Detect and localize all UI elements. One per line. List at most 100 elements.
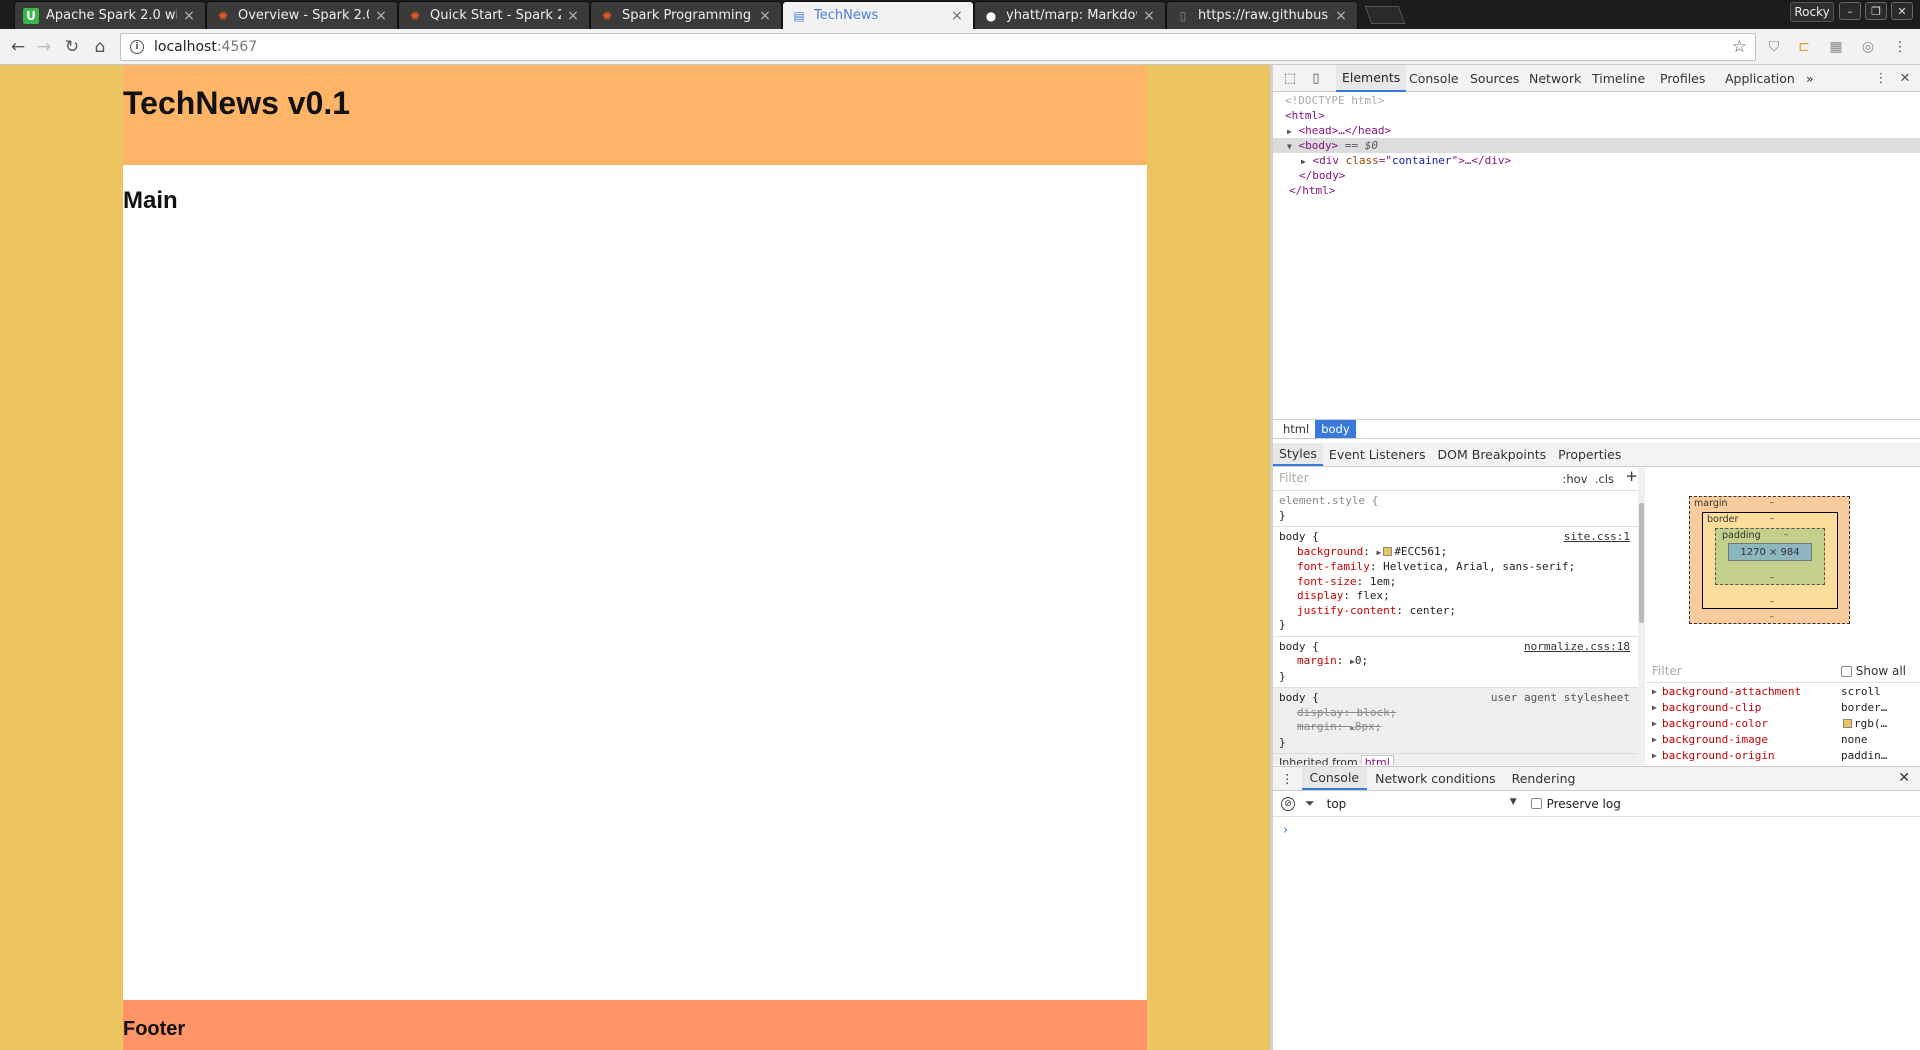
close-icon[interactable]: × <box>757 8 773 24</box>
hov-cls-toggle[interactable]: :hov .cls <box>1563 472 1615 487</box>
dom-node-html[interactable]: <html> <box>1273 108 1920 123</box>
inspect-element-icon[interactable]: ⬚ <box>1281 70 1299 87</box>
show-all-checkbox[interactable]: Show all <box>1840 664 1906 678</box>
computed-row[interactable]: ▶ background-image none <box>1646 731 1920 747</box>
close-icon[interactable]: × <box>181 8 197 24</box>
style-rule-element[interactable]: element.style { } <box>1273 491 1644 527</box>
tab-application[interactable]: Application <box>1719 65 1801 92</box>
collapse-triangle-icon[interactable]: ▼ <box>1287 142 1292 151</box>
drawer-tab-rendering[interactable]: Rendering <box>1504 768 1584 789</box>
inherited-from-label: Inherited from html <box>1273 754 1644 765</box>
color-swatch[interactable] <box>1383 547 1393 556</box>
info-icon[interactable]: i <box>130 40 144 54</box>
circle-extension-icon[interactable]: ◎ <box>1858 37 1878 57</box>
address-bar[interactable]: i localhost:4567 ☆ <box>120 33 1756 61</box>
source-link[interactable]: site.css:1 <box>1564 530 1630 545</box>
styles-scrollbar[interactable] <box>1638 467 1645 765</box>
close-icon[interactable]: × <box>949 8 965 24</box>
preserve-log-checkbox[interactable]: Preserve log <box>1530 797 1621 811</box>
clear-console-icon[interactable]: ⊘ <box>1281 796 1295 811</box>
source-link[interactable]: normalize.css:18 <box>1524 640 1630 655</box>
tab-event-listeners[interactable]: Event Listeners <box>1323 444 1432 465</box>
dom-node-div-container[interactable]: ▶ <div class="container">…</div> <box>1273 153 1920 168</box>
dom-node-html-close: </html> <box>1289 184 1336 197</box>
color-swatch[interactable] <box>1843 719 1852 728</box>
style-rule-normalize[interactable]: body { normalize.css:18 margin: ▶0; } <box>1273 637 1644 688</box>
drawer-close-icon[interactable]: ✕ <box>1898 770 1910 786</box>
computed-filter-input[interactable]: Filter Show all <box>1646 659 1920 683</box>
url-port: :4567 <box>216 39 258 55</box>
console-prompt[interactable]: › <box>1273 817 1920 844</box>
close-icon[interactable]: × <box>1333 8 1349 24</box>
breadcrumb: html body <box>1273 419 1920 439</box>
devtools-menu-icon[interactable]: ⋮ <box>1872 70 1890 87</box>
close-icon[interactable]: × <box>565 8 581 24</box>
grid-extension-icon[interactable]: ▦ <box>1826 37 1846 57</box>
expand-triangle-icon[interactable]: ▶ <box>1301 157 1306 166</box>
computed-row[interactable]: ▶ background-color rgb(… <box>1646 715 1920 731</box>
browser-tab[interactable]: ● yhatt/marp: Markdown × <box>974 1 1166 29</box>
tab-properties[interactable]: Properties <box>1552 444 1627 465</box>
add-rule-icon[interactable]: + <box>1625 469 1638 484</box>
ublock-extension-icon[interactable]: ⛉ <box>1764 37 1784 57</box>
browser-tab[interactable]: ✺ Spark Programming Gu × <box>590 1 782 29</box>
style-rule-user-agent: body { user agent stylesheet display: bl… <box>1273 688 1644 754</box>
computed-row[interactable]: ▶ background-attachment scroll <box>1646 683 1920 699</box>
dom-node-body[interactable]: ▼ <body> == $0 <box>1273 138 1920 153</box>
browser-tab[interactable]: ✺ Overview - Spark 2.0.2 D × <box>206 1 398 29</box>
tab-profiles[interactable]: Profiles <box>1654 65 1711 92</box>
box-model-padding[interactable]: padding – – 1270 × 984 <box>1715 528 1825 585</box>
site-footer: Footer <box>123 1000 1147 1050</box>
reload-icon[interactable]: ↻ <box>60 35 84 59</box>
drawer-tab-bar: ⋮ Console Network conditions Rendering ✕ <box>1273 767 1920 791</box>
devtools-close-icon[interactable]: ✕ <box>1896 70 1914 87</box>
browser-tab-active[interactable]: ▤ TechNews × <box>782 1 974 29</box>
box-model-margin[interactable]: margin – – border – – padding – – 1270 ×… <box>1689 496 1850 624</box>
new-tab-button[interactable] <box>1364 6 1406 24</box>
home-icon[interactable]: ⌂ <box>88 35 112 59</box>
browser-tab[interactable]: ▯ https://raw.githubuserc × <box>1166 1 1358 29</box>
spark-favicon-icon: ✺ <box>409 8 421 23</box>
more-tabs-icon[interactable]: » <box>1800 65 1820 92</box>
browser-tab[interactable]: ✺ Quick Start - Spark 2.0.2 × <box>398 1 590 29</box>
expand-triangle-icon[interactable]: ▶ <box>1287 127 1292 136</box>
drawer-menu-icon[interactable]: ⋮ <box>1273 768 1302 789</box>
minimize-icon[interactable]: – <box>1839 2 1861 20</box>
profile-button[interactable]: Rocky <box>1790 2 1834 22</box>
tab-network[interactable]: Network <box>1523 65 1587 92</box>
tab-styles[interactable]: Styles <box>1273 443 1323 466</box>
inherited-tag[interactable]: html <box>1360 755 1394 765</box>
tab-sources[interactable]: Sources <box>1464 65 1525 92</box>
close-icon[interactable]: × <box>373 8 389 24</box>
bookmark-star-icon[interactable]: ☆ <box>1732 37 1747 57</box>
device-mode-icon[interactable]: ▯ <box>1307 70 1325 87</box>
filter-icon[interactable]: ⏷ <box>1305 796 1315 811</box>
tab-dom-breakpoints[interactable]: DOM Breakpoints <box>1432 444 1553 465</box>
computed-row[interactable]: ▶ background-origin paddin… <box>1646 747 1920 763</box>
extension-icon[interactable]: ⊏ <box>1794 37 1814 57</box>
tab-timeline[interactable]: Timeline <box>1586 65 1651 92</box>
context-selector[interactable]: top ▼ <box>1327 797 1517 811</box>
breadcrumb-body[interactable]: body <box>1315 420 1356 438</box>
browser-tab[interactable]: U Apache Spark 2.0 with S × <box>14 1 206 29</box>
styles-filter-input[interactable]: Filter :hov .cls + <box>1273 467 1644 491</box>
box-model-border[interactable]: border – – padding – – 1270 × 984 <box>1702 512 1838 609</box>
tab-console[interactable]: Console <box>1403 65 1465 92</box>
browser-toolbar: ← → ↻ ⌂ i localhost:4567 ☆ ⛉ ⊏ ▦ ◎ ⋮ <box>0 29 1920 65</box>
style-rule-site-css[interactable]: body { site.css:1 background: ▶ #ECC561; … <box>1273 527 1644 637</box>
dom-node-head[interactable]: ▶ <head>…</head> <box>1273 123 1920 138</box>
close-icon[interactable]: × <box>1141 8 1157 24</box>
breadcrumb-html[interactable]: html <box>1277 420 1315 438</box>
back-arrow-icon[interactable]: ← <box>6 35 30 59</box>
restore-icon[interactable]: ❐ <box>1865 2 1887 20</box>
menu-kebab-icon[interactable]: ⋮ <box>1890 37 1910 57</box>
box-model-content[interactable]: 1270 × 984 <box>1728 543 1812 561</box>
drawer-tab-console[interactable]: Console <box>1301 767 1368 790</box>
computed-row[interactable]: ▶ background-clip border… <box>1646 699 1920 715</box>
tab-elements[interactable]: Elements <box>1336 65 1407 92</box>
box-model-diagram: margin – – border – – padding – – 1270 ×… <box>1646 467 1920 657</box>
forward-arrow-icon[interactable]: → <box>32 35 56 59</box>
window-close-icon[interactable]: ✕ <box>1891 2 1913 20</box>
dom-tree: <!DOCTYPE html> <html> ▶ <head>…</head> … <box>1273 93 1920 198</box>
drawer-tab-network-conditions[interactable]: Network conditions <box>1367 768 1503 789</box>
